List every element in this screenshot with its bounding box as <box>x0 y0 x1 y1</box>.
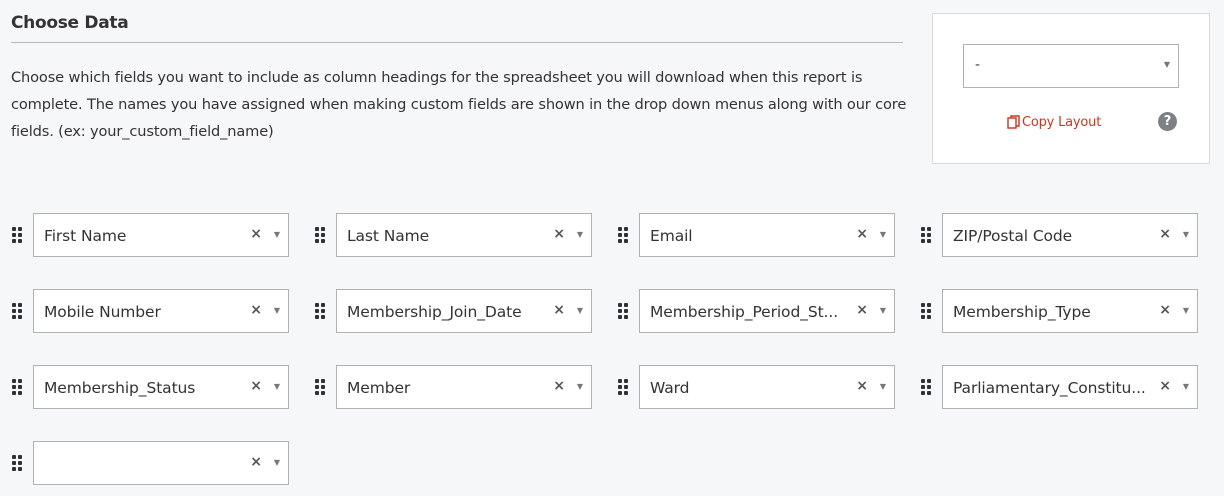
chevron-down-icon: ▼ <box>879 306 886 315</box>
clear-icon[interactable]: × <box>1159 378 1171 394</box>
field-select-value: Membership_Join_Date <box>347 303 522 321</box>
field-select-value: Membership_Status <box>44 379 196 397</box>
chevron-down-icon: ▼ <box>1163 60 1170 69</box>
page-description: Choose which fields you want to include … <box>11 69 907 140</box>
drag-handle-icon[interactable] <box>920 302 934 320</box>
chevron-down-icon: ▼ <box>273 230 280 239</box>
field-select[interactable]: Ward × ▼ <box>639 365 895 409</box>
copy-icon <box>1007 115 1020 129</box>
clear-icon[interactable]: × <box>553 378 565 394</box>
field-select[interactable]: Membership_Period_St... × ▼ <box>639 289 895 333</box>
field-column-3: Email × ▼ <box>617 213 907 257</box>
field-select[interactable]: Member × ▼ <box>336 365 592 409</box>
clear-icon[interactable]: × <box>250 226 262 242</box>
chevron-down-icon: ▼ <box>1182 230 1189 239</box>
field-select[interactable]: Membership_Type × ▼ <box>942 289 1198 333</box>
clear-icon[interactable]: × <box>250 454 262 470</box>
drag-handle-icon[interactable] <box>11 226 25 244</box>
title-divider <box>11 42 903 43</box>
field-select[interactable]: Last Name × ▼ <box>336 213 592 257</box>
chevron-down-icon: ▼ <box>576 382 583 391</box>
field-select-value: Last Name <box>347 227 430 245</box>
drag-handle-icon[interactable] <box>314 378 328 396</box>
drag-handle-icon[interactable] <box>920 226 934 244</box>
clear-icon[interactable]: × <box>856 226 868 242</box>
clear-icon[interactable]: × <box>553 226 565 242</box>
chevron-down-icon: ▼ <box>273 306 280 315</box>
field-select-value: Member <box>347 379 411 397</box>
chevron-down-icon: ▼ <box>1182 382 1189 391</box>
clear-icon[interactable]: × <box>856 302 868 318</box>
field-select-value: Ward <box>650 379 690 397</box>
clear-icon[interactable]: × <box>553 302 565 318</box>
drag-handle-icon[interactable] <box>314 226 328 244</box>
drag-handle-icon[interactable] <box>314 302 328 320</box>
field-column-2: Last Name × ▼ <box>314 213 604 257</box>
layout-select[interactable]: - ▼ <box>963 44 1179 88</box>
field-column-9: Membership_Status × ▼ <box>11 365 301 409</box>
field-column-1: First Name × ▼ <box>11 213 301 257</box>
clear-icon[interactable]: × <box>250 378 262 394</box>
chevron-down-icon: ▼ <box>576 306 583 315</box>
drag-handle-icon[interactable] <box>617 378 631 396</box>
chevron-down-icon: ▼ <box>576 230 583 239</box>
field-select-value: Membership_Type <box>953 303 1091 321</box>
field-column-12: Parliamentary_Constitu... × ▼ <box>920 365 1210 409</box>
field-select[interactable]: ZIP/Postal Code × ▼ <box>942 213 1198 257</box>
copy-layout-label: Copy Layout <box>1022 114 1102 130</box>
chevron-down-icon: ▼ <box>273 458 280 467</box>
field-select[interactable]: × ▼ <box>33 441 289 485</box>
field-column-13: × ▼ <box>11 441 301 485</box>
field-select[interactable]: Parliamentary_Constitu... × ▼ <box>942 365 1198 409</box>
field-select[interactable]: Email × ▼ <box>639 213 895 257</box>
clear-icon[interactable]: × <box>250 302 262 318</box>
field-column-8: Membership_Type × ▼ <box>920 289 1210 333</box>
chevron-down-icon: ▼ <box>273 382 280 391</box>
field-column-11: Ward × ▼ <box>617 365 907 409</box>
clear-icon[interactable]: × <box>1159 226 1171 242</box>
drag-handle-icon[interactable] <box>11 378 25 396</box>
page-title: Choose Data <box>11 13 129 33</box>
field-column-10: Member × ▼ <box>314 365 604 409</box>
clear-icon[interactable]: × <box>1159 302 1171 318</box>
chevron-down-icon: ▼ <box>879 382 886 391</box>
field-select-value: ZIP/Postal Code <box>953 227 1073 245</box>
drag-handle-icon[interactable] <box>617 226 631 244</box>
field-select[interactable]: Membership_Join_Date × ▼ <box>336 289 592 333</box>
copy-layout-button[interactable]: Copy Layout <box>1007 112 1101 132</box>
field-select[interactable]: Membership_Status × ▼ <box>33 365 289 409</box>
help-icon[interactable]: ? <box>1158 112 1177 131</box>
chevron-down-icon: ▼ <box>879 230 886 239</box>
field-select-value: Mobile Number <box>44 303 161 321</box>
choose-data-page: Choose Data Choose which fields you want… <box>0 0 1224 496</box>
layout-panel: - ▼ Copy Layout ? <box>932 13 1210 164</box>
clear-icon[interactable]: × <box>856 378 868 394</box>
field-column-7: Membership_Period_St... × ▼ <box>617 289 907 333</box>
field-select-value: Email <box>650 227 693 245</box>
field-select-value: First Name <box>44 227 127 245</box>
field-select[interactable]: First Name × ▼ <box>33 213 289 257</box>
drag-handle-icon[interactable] <box>617 302 631 320</box>
field-select-value: Membership_Period_St... <box>650 303 839 321</box>
chevron-down-icon: ▼ <box>1182 306 1189 315</box>
field-column-6: Membership_Join_Date × ▼ <box>314 289 604 333</box>
field-select[interactable]: Mobile Number × ▼ <box>33 289 289 333</box>
layout-select-value: - <box>975 57 981 73</box>
drag-handle-icon[interactable] <box>11 302 25 320</box>
field-column-4: ZIP/Postal Code × ▼ <box>920 213 1210 257</box>
field-select-value: Parliamentary_Constitu... <box>953 379 1146 397</box>
drag-handle-icon[interactable] <box>920 378 934 396</box>
field-column-5: Mobile Number × ▼ <box>11 289 301 333</box>
drag-handle-icon[interactable] <box>11 454 25 472</box>
